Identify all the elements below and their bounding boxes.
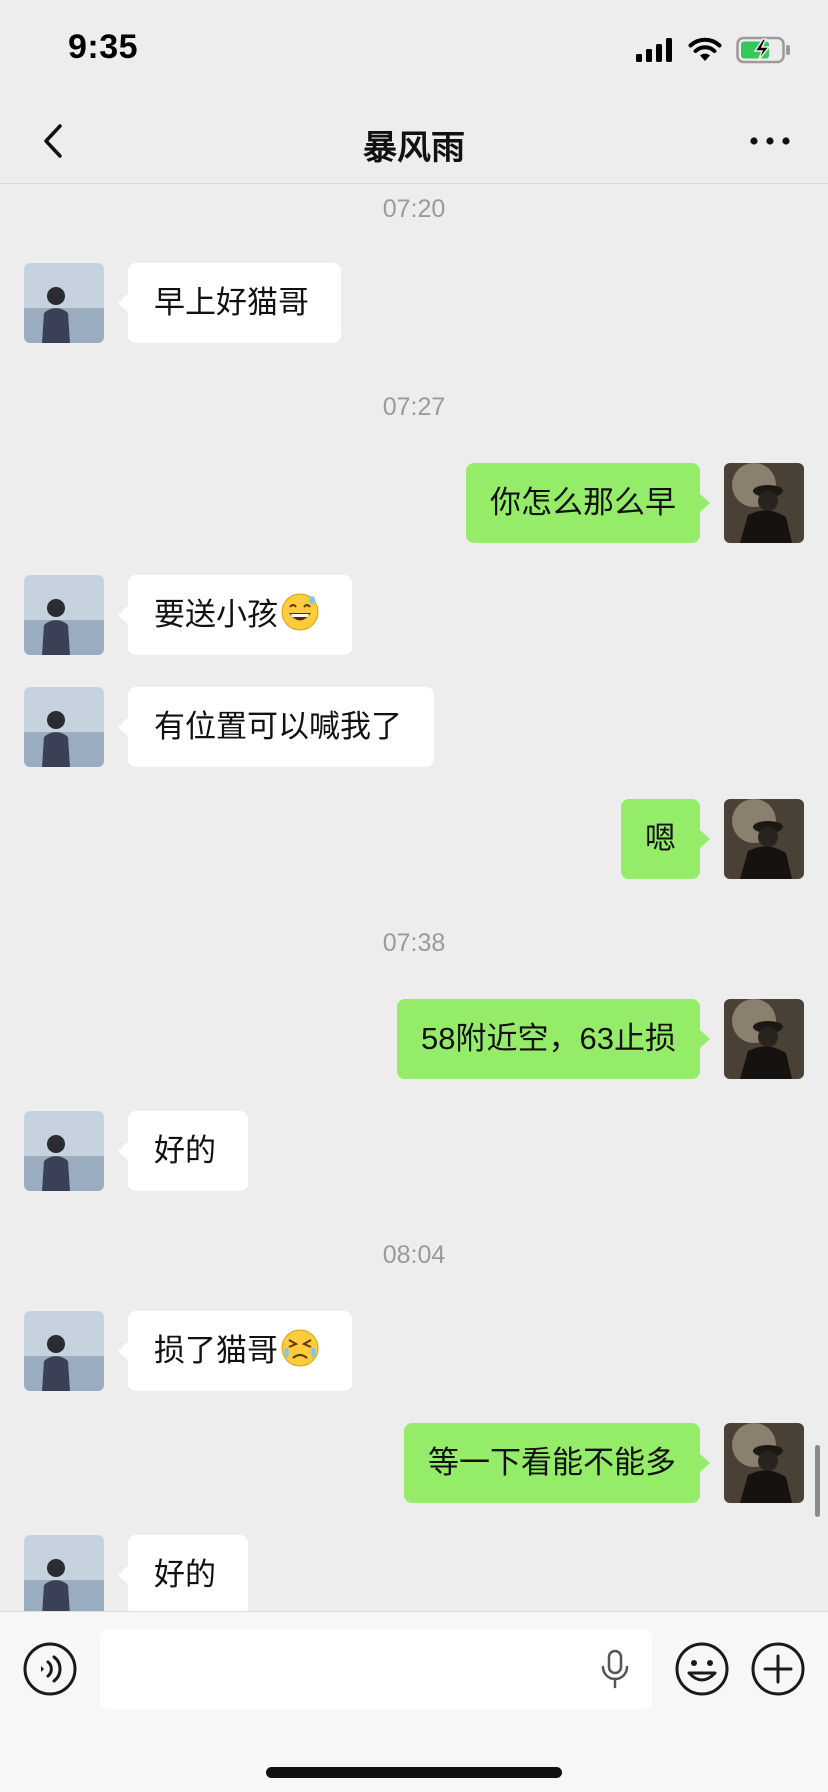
- mic-button[interactable]: [598, 1649, 632, 1689]
- contact-avatar[interactable]: [24, 575, 104, 655]
- status-bar: 9:35: [0, 0, 828, 100]
- emoji-icon: [675, 1642, 729, 1696]
- my-avatar[interactable]: [724, 799, 804, 879]
- microphone-icon: [601, 1649, 629, 1689]
- home-indicator: [266, 1767, 562, 1778]
- status-time: 9:35: [68, 28, 139, 66]
- message-text: 嗯: [645, 821, 676, 856]
- contact-avatar[interactable]: [24, 1535, 104, 1611]
- voice-mode-button[interactable]: [22, 1641, 78, 1697]
- message-text: 你怎么那么早: [490, 485, 676, 520]
- status-icons: [636, 36, 792, 64]
- my-avatar[interactable]: [724, 463, 804, 543]
- scrollbar[interactable]: [815, 1445, 820, 1517]
- message-bubble-outgoing[interactable]: 58附近空，63止损: [397, 999, 710, 1079]
- my-avatar[interactable]: [724, 999, 804, 1079]
- contact-avatar[interactable]: [24, 687, 104, 767]
- message-bubble-outgoing[interactable]: 嗯: [621, 799, 710, 879]
- timestamp: 07:38: [382, 929, 446, 957]
- message-text: 等一下看能不能多: [428, 1445, 676, 1480]
- timestamp: 08:04: [382, 1241, 446, 1269]
- message-bubble-incoming[interactable]: 早上好猫哥: [118, 263, 341, 343]
- signal-icon: [636, 38, 672, 62]
- battery-charging-icon: [736, 36, 790, 64]
- plus-icon: [751, 1642, 805, 1696]
- message-text: 好的: [154, 1557, 216, 1592]
- message-input[interactable]: [100, 1629, 652, 1709]
- message-bubble-outgoing[interactable]: 等一下看能不能多: [404, 1423, 710, 1503]
- timestamp: 07:27: [382, 393, 446, 421]
- message-text: 58附近空，63止损: [421, 1021, 676, 1056]
- message-text: 损了猫哥: [154, 1333, 278, 1368]
- message-text: 要送小孩: [154, 597, 278, 632]
- message-bubble-outgoing[interactable]: 你怎么那么早: [466, 463, 710, 543]
- message-bubble-incoming[interactable]: 要送小孩: [118, 575, 352, 655]
- chat-screen: 9:35 暴风雨 07:20 早上好猫哥 07:27 你怎么那么早 要送小孩 有…: [0, 0, 828, 1792]
- chat-title: 暴风雨: [363, 129, 465, 167]
- wifi-icon: [688, 37, 722, 61]
- my-avatar[interactable]: [724, 1423, 804, 1503]
- message-bubble-incoming[interactable]: 损了猫哥: [118, 1311, 352, 1391]
- nav-bar: 暴风雨: [0, 100, 828, 184]
- message-text: 有位置可以喊我了: [154, 709, 402, 744]
- message-bubble-incoming[interactable]: 好的: [118, 1535, 248, 1611]
- message-bubble-incoming[interactable]: 有位置可以喊我了: [118, 687, 434, 767]
- message-list[interactable]: 07:20 早上好猫哥 07:27 你怎么那么早 要送小孩 有位置可以喊我了 嗯…: [0, 185, 828, 1611]
- message-bubble-incoming[interactable]: 好的: [118, 1111, 248, 1191]
- message-text: 早上好猫哥: [154, 285, 309, 320]
- input-bar: [0, 1611, 828, 1792]
- more-dots-icon: [750, 137, 790, 145]
- grinning-sweat-emoji: [281, 593, 319, 631]
- contact-avatar[interactable]: [24, 1311, 104, 1391]
- message-text: 好的: [154, 1133, 216, 1168]
- timestamp: 07:20: [382, 195, 446, 223]
- emoji-button[interactable]: [674, 1641, 730, 1697]
- contact-avatar[interactable]: [24, 1111, 104, 1191]
- add-button[interactable]: [750, 1641, 806, 1697]
- contact-avatar[interactable]: [24, 263, 104, 343]
- voice-mode-icon: [23, 1642, 77, 1696]
- tearful-squint-emoji: [281, 1329, 319, 1367]
- more-button[interactable]: [742, 116, 798, 166]
